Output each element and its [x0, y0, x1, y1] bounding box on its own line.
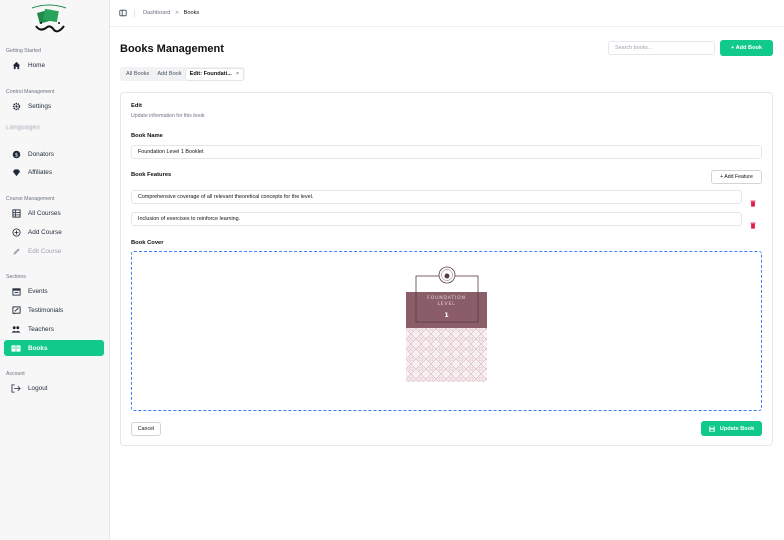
sidebar-item-label: Add Course	[28, 229, 62, 236]
sidebar-item-label: Edit Course	[28, 248, 62, 255]
cover-title-line1: FOUNDATION	[427, 296, 466, 301]
book-features-label: Book Features	[131, 172, 172, 178]
sidebar-item-edit-course[interactable]: Edit Course	[4, 244, 104, 259]
cancel-button[interactable]: Cancel	[131, 422, 161, 436]
cover-level-number: 1	[444, 311, 449, 319]
sidebar-item-settings[interactable]: Settings	[4, 99, 104, 114]
add-book-button[interactable]: + Add Book	[720, 40, 773, 56]
search-input[interactable]: Search books...	[608, 41, 715, 55]
sidebar-item-label: All Courses	[28, 210, 61, 217]
book-cover-image: FOUNDATION LEVEL 1	[406, 264, 487, 382]
logout-icon	[11, 384, 21, 394]
sidebar-item-testimonials[interactable]: Testimonials	[4, 303, 104, 318]
book-cover-label: Book Cover	[131, 240, 164, 246]
book-name-label: Book Name	[131, 133, 163, 139]
home-icon	[11, 61, 21, 71]
tab-bar: All Books Add Book Edit: Foundati... ×	[120, 67, 246, 81]
group-getting-started: Getting Started	[6, 48, 41, 54]
sidebar-item-label: Donators	[28, 151, 54, 158]
sidebar-item-label: Events	[28, 288, 48, 295]
feature-input-2[interactable]: Inclusion of exercises to reinforce lear…	[131, 212, 742, 226]
sidebar-item-blurred[interactable]: Languages	[6, 125, 40, 131]
grid-list-icon	[11, 209, 21, 219]
pencil-icon	[11, 247, 21, 257]
tab-edit-label: Edit: Foundati...	[189, 71, 232, 77]
gear-icon	[11, 102, 21, 112]
tab-all-books[interactable]: All Books	[122, 69, 153, 80]
trash-icon[interactable]	[750, 216, 756, 229]
people-icon	[11, 325, 21, 335]
comment-icon	[11, 306, 21, 316]
sidebar-item-logout[interactable]: Logout	[4, 381, 104, 396]
trash-icon[interactable]	[750, 194, 756, 207]
tab-add-book[interactable]: Add Book	[153, 69, 185, 80]
breadcrumb: Dashboard > Books	[143, 10, 199, 16]
update-book-button[interactable]: Update Book	[701, 421, 762, 436]
sidebar-item-events[interactable]: Events	[4, 284, 104, 299]
cover-title-line2: LEVEL	[437, 302, 456, 307]
sidebar-item-teachers[interactable]: Teachers	[4, 322, 104, 337]
group-course-management: Course Management	[6, 196, 55, 202]
update-book-label: Update Book	[719, 425, 755, 432]
svg-text:$: $	[14, 152, 17, 158]
sidebar-item-label: Home	[28, 62, 46, 69]
sidebar-item-all-courses[interactable]: All Courses	[4, 206, 104, 221]
close-tab-icon[interactable]: ×	[236, 71, 239, 77]
top-bar: Dashboard > Books	[110, 0, 784, 27]
group-control-management: Control Management	[6, 89, 55, 95]
plus-circle-icon	[11, 228, 21, 238]
sidebar-item-donators[interactable]: $ Donators	[4, 147, 104, 162]
sidebar-item-label: Books	[28, 344, 48, 352]
breadcrumb-separator: >	[175, 10, 179, 16]
save-icon	[709, 425, 715, 432]
dollar-icon: $	[11, 150, 21, 160]
add-feature-button[interactable]: + Add Feature	[711, 170, 762, 184]
topbar-divider	[134, 8, 135, 18]
sidebar-item-label: Teachers	[28, 326, 54, 333]
sidebar-item-books[interactable]: Books	[4, 340, 104, 356]
calendar-icon	[11, 287, 21, 297]
breadcrumb-books: Books	[183, 10, 200, 16]
feature-input-1[interactable]: Comprehensive coverage of all relevant t…	[131, 190, 742, 204]
sidebar-item-affiliates[interactable]: Affiliates	[4, 165, 104, 180]
sidebar-toggle-icon[interactable]	[119, 9, 127, 17]
page-title: Books Management	[120, 43, 224, 55]
breadcrumb-dashboard[interactable]: Dashboard	[143, 10, 170, 16]
sidebar-item-label: Testimonials	[28, 307, 64, 314]
sidebar-item-label: Affiliates	[28, 169, 53, 176]
tab-edit-book[interactable]: Edit: Foundati... ×	[185, 68, 244, 80]
sidebar-item-add-course[interactable]: Add Course	[4, 225, 104, 240]
brand-logo[interactable]	[26, 2, 72, 36]
diamond-icon	[11, 168, 21, 178]
section-subtitle: Update information for this book	[131, 113, 205, 119]
sidebar-item-label: Logout	[28, 385, 48, 392]
group-sections: Sections	[6, 274, 26, 280]
book-name-input[interactable]: Foundation Level 1 Booklet	[131, 145, 762, 159]
sidebar: Getting Started Home Control Management …	[0, 0, 110, 540]
section-title: Edit	[131, 103, 142, 109]
sidebar-item-label: Settings	[28, 103, 52, 110]
book-icon	[11, 343, 21, 353]
sidebar-item-home[interactable]: Home	[4, 58, 104, 73]
group-account: Account	[6, 371, 25, 377]
